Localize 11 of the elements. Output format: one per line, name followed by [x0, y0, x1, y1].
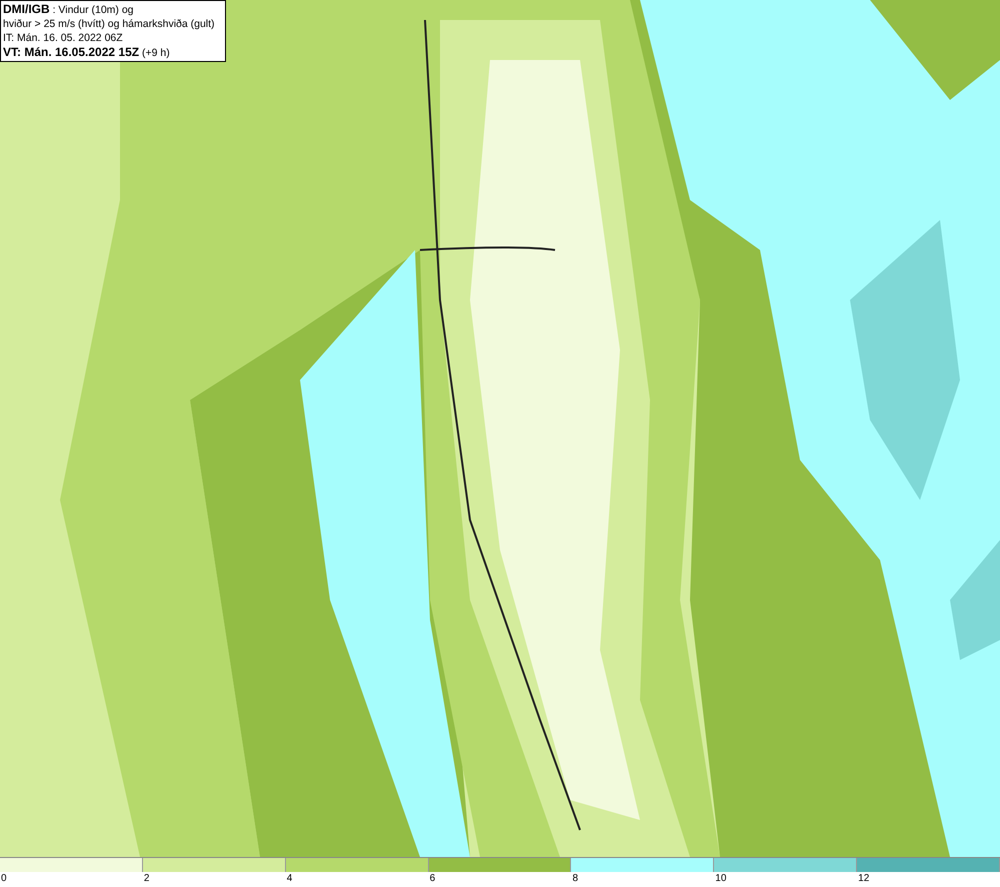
- legend-label: 12: [858, 872, 870, 886]
- info-text: DMI/IGB : Vindur (10m) og: [3, 2, 135, 17]
- legend-label: 0: [1, 872, 7, 886]
- info-text: IT: Mán. 16. 05. 2022 06Z: [3, 31, 124, 45]
- legend-label: 6: [430, 872, 436, 886]
- legend-label: 10: [715, 872, 726, 886]
- legend-label: 4: [286, 872, 292, 886]
- info-text: VT: Mán. 16.05.2022 15Z (+9 h): [3, 45, 171, 60]
- legend-label: 2: [144, 872, 150, 886]
- info-text: hviður > 25 m/s (hvítt) og hámarkshviða (gult): [3, 17, 216, 31]
- legend-label: 8: [572, 872, 578, 886]
